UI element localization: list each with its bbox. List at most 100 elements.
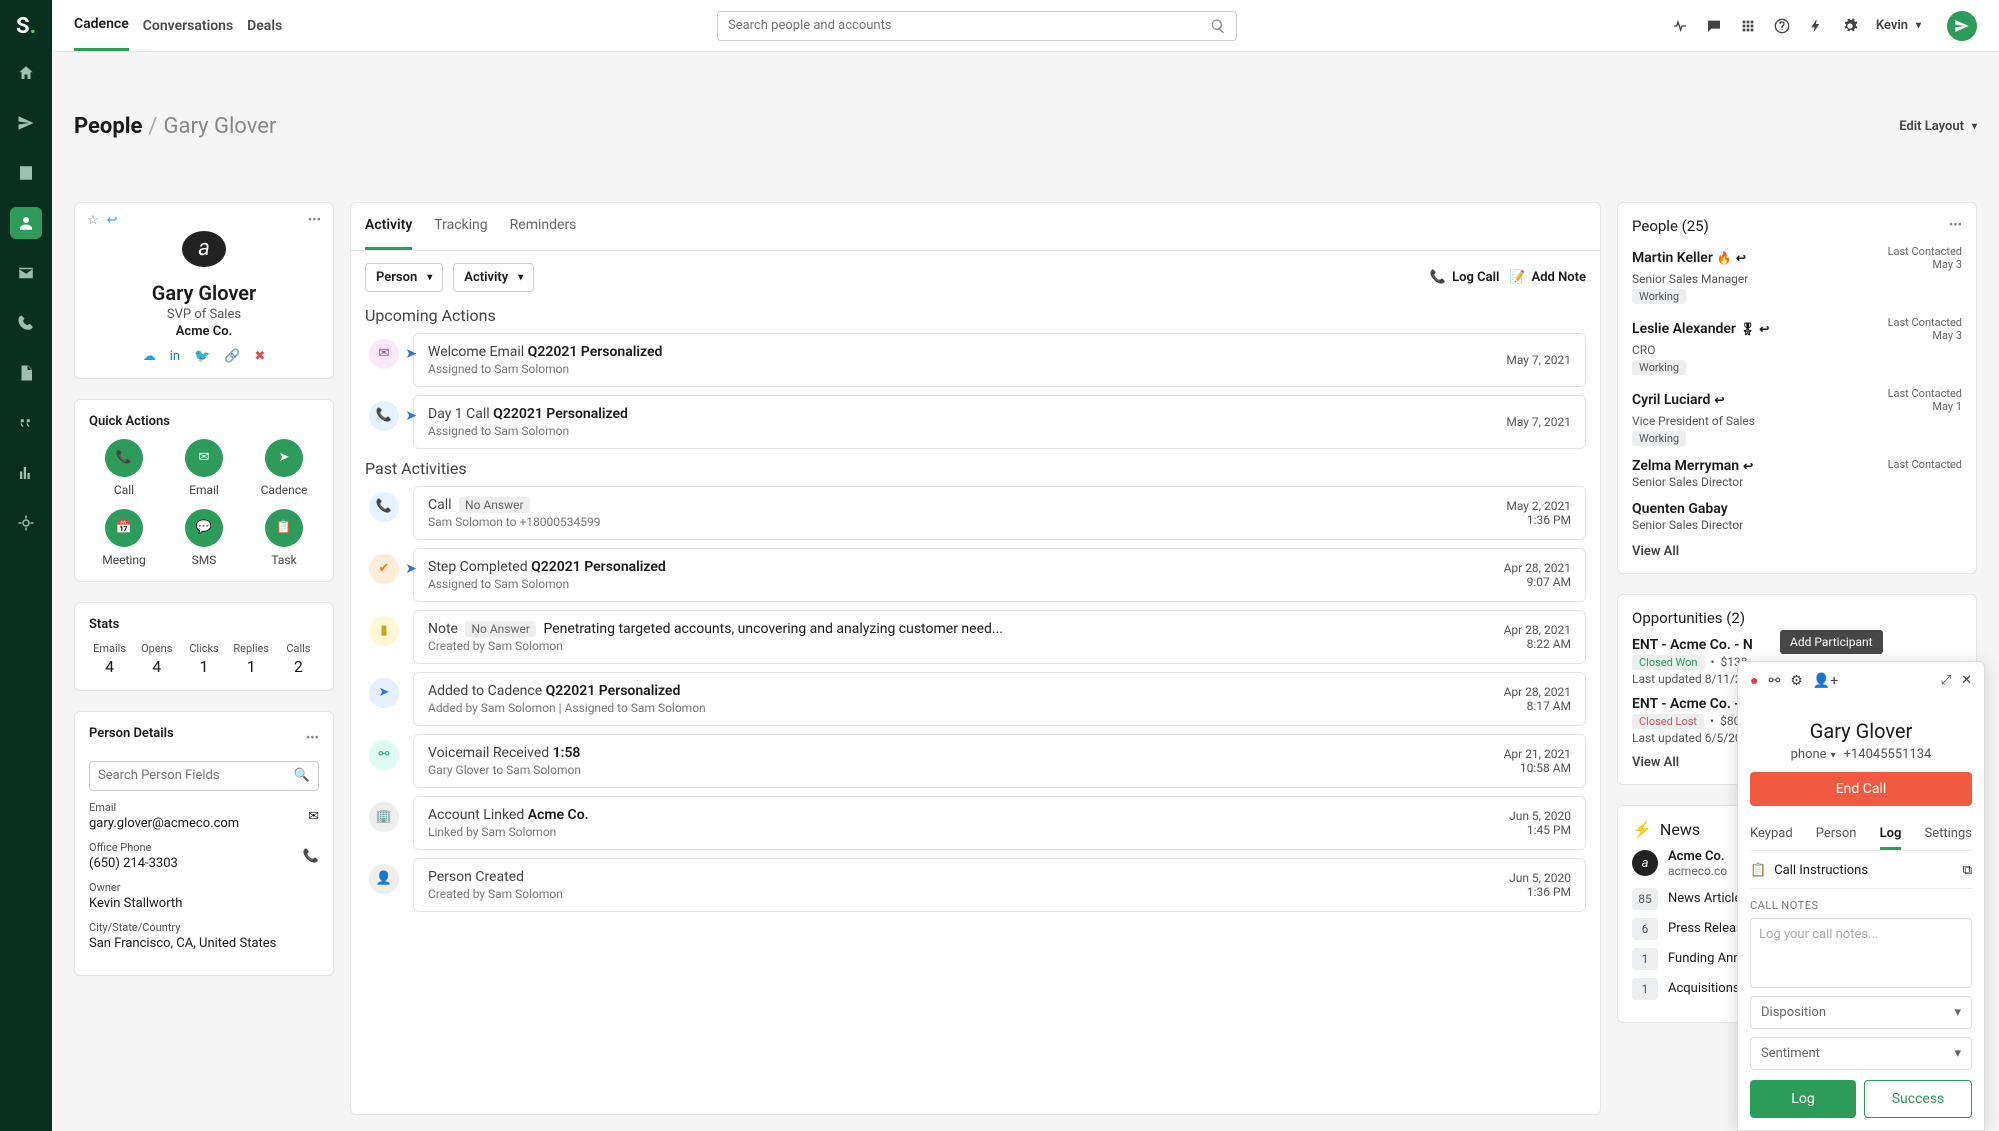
quick-action-task[interactable]: 📋 Task	[249, 509, 319, 567]
people-view-all[interactable]: View All	[1632, 544, 1962, 559]
call-tab-keypad[interactable]: Keypad	[1750, 820, 1793, 850]
quotes-icon[interactable]	[10, 407, 42, 439]
user-menu[interactable]: Kevin	[1876, 18, 1921, 33]
link-icon: 🏢	[369, 802, 399, 832]
chat-icon[interactable]	[1706, 18, 1722, 34]
star-icon[interactable]: ☆	[87, 213, 99, 228]
person-card-menu[interactable]: •••	[308, 213, 321, 228]
call-phone-type[interactable]: phone	[1791, 747, 1836, 762]
timeline-item[interactable]: ✔➤ Step Completed Q22021 Personalized As…	[369, 548, 1586, 602]
global-search[interactable]	[717, 11, 1237, 41]
salesforce-icon[interactable]: ☁	[143, 349, 156, 364]
person-details-search[interactable]: 🔍	[89, 761, 319, 791]
log-call-button[interactable]: 📞 Log Call	[1430, 270, 1499, 285]
upcoming-actions-heading: Upcoming Actions	[365, 306, 1586, 325]
people-list-item[interactable]: Quenten Gabay Senior Sales Director	[1632, 501, 1962, 532]
delete-icon[interactable]: ✖	[254, 349, 265, 364]
mail-icon[interactable]	[10, 257, 42, 289]
call-notes-input[interactable]: Log your call notes...	[1750, 918, 1972, 988]
call-tab-settings[interactable]: Settings	[1925, 820, 1972, 850]
accounts-icon[interactable]	[10, 157, 42, 189]
edit-layout-button[interactable]: Edit Layout	[1899, 119, 1977, 134]
documents-icon[interactable]	[10, 357, 42, 389]
reply-icon[interactable]: ↩	[107, 213, 118, 228]
quick-action-sms[interactable]: 💬 SMS	[169, 509, 239, 567]
bolt-icon[interactable]	[1808, 18, 1824, 34]
app-logo[interactable]: S	[16, 14, 36, 39]
person-name: Gary Glover	[89, 281, 319, 305]
expand-icon[interactable]: ⤢	[1941, 673, 1951, 688]
user-avatar[interactable]	[1947, 11, 1977, 41]
timeline-item[interactable]: ⚯ Voicemail Received 1:58 Gary Glover to…	[369, 734, 1586, 788]
end-call-button[interactable]: End Call	[1750, 772, 1972, 806]
home-icon[interactable]	[10, 57, 42, 89]
stats-card: Stats Emails4 Opens4 Clicks1 Replies1 Ca…	[74, 602, 334, 691]
person-details-search-input[interactable]	[98, 768, 294, 783]
quick-action-meeting[interactable]: 📅 Meeting	[89, 509, 159, 567]
apps-icon[interactable]	[1740, 18, 1756, 34]
add-note-button[interactable]: 📝 Add Note	[1509, 270, 1586, 285]
twitter-icon[interactable]: 🐦	[194, 349, 210, 364]
timeline-item[interactable]: 📞➤ Day 1 Call Q22021 Personalized Assign…	[369, 395, 1586, 449]
topnav-deals[interactable]: Deals	[247, 2, 282, 50]
tab-activity[interactable]: Activity	[365, 203, 412, 250]
person-details-menu[interactable]: •••	[306, 731, 319, 746]
close-icon[interactable]: ✕	[1961, 673, 1972, 688]
global-search-input[interactable]	[728, 18, 1210, 33]
person-company[interactable]: Acme Co.	[89, 324, 319, 339]
help-icon[interactable]	[1774, 18, 1790, 34]
step-icon: ✔➤	[369, 554, 399, 584]
breadcrumb-root[interactable]: People	[74, 114, 142, 139]
target-icon[interactable]	[10, 507, 42, 539]
quick-action-cadence[interactable]: ➤ Cadence	[249, 439, 319, 497]
people-list-item[interactable]: Zelma Merryman ↩ Last Contacted Senior S…	[1632, 458, 1962, 489]
call-icon: 📞➤	[369, 401, 399, 431]
success-button[interactable]: Success	[1864, 1080, 1972, 1118]
pulse-icon[interactable]	[1672, 18, 1688, 34]
quick-action-email[interactable]: ✉ Email	[169, 439, 239, 497]
people-icon[interactable]	[10, 207, 42, 239]
svg-text:a: a	[198, 236, 210, 261]
log-button[interactable]: Log	[1750, 1080, 1856, 1118]
people-list-item[interactable]: Leslie Alexander 🎖↩ Last ContactedMay 3 …	[1632, 316, 1962, 375]
voicemail-icon[interactable]: ⚯	[1768, 673, 1780, 689]
quick-action-call[interactable]: 📞 Call	[89, 439, 159, 497]
timeline-item[interactable]: ▮ Note No Answer Penetrating targeted ac…	[369, 610, 1586, 664]
news-company[interactable]: Acme Co.	[1668, 849, 1727, 864]
call-tab-person[interactable]: Person	[1816, 820, 1857, 850]
phone-icon[interactable]: 📞	[303, 849, 319, 864]
topnav-cadence[interactable]: Cadence	[74, 0, 129, 51]
quick-action-label: Cadence	[261, 483, 308, 497]
people-list-item[interactable]: Martin Keller 🔥↩ Last ContactedMay 3 Sen…	[1632, 245, 1962, 304]
sentiment-select[interactable]: Sentiment▾	[1750, 1037, 1972, 1070]
call-icon[interactable]	[10, 307, 42, 339]
add-participant-icon[interactable]: 👤+	[1813, 673, 1838, 689]
person-details-title: Person Details	[89, 726, 174, 741]
disposition-select[interactable]: Disposition▾	[1750, 996, 1972, 1029]
timeline-item[interactable]: ✉➤ Welcome Email Q22021 Personalized Ass…	[369, 333, 1586, 387]
linkedin-icon[interactable]: in	[170, 349, 180, 364]
mail-icon[interactable]: ✉	[308, 809, 319, 824]
timeline-item[interactable]: ➤ Added to Cadence Q22021 Personalized A…	[369, 672, 1586, 726]
tab-reminders[interactable]: Reminders	[510, 203, 577, 250]
timeline-item[interactable]: 📞 Call No Answer Sam Solomon to +1800053…	[369, 486, 1586, 540]
breadcrumb-current: Gary Glover	[164, 114, 277, 139]
cadence-icon[interactable]	[10, 107, 42, 139]
record-icon[interactable]: ●	[1750, 672, 1758, 689]
link-icon[interactable]: 🔗	[224, 349, 240, 364]
quick-action-label: SMS	[192, 553, 217, 567]
filter-person[interactable]: Person	[365, 263, 443, 292]
timeline-item[interactable]: 👤 Person Created Created by Sam Solomon …	[369, 858, 1586, 912]
tab-tracking[interactable]: Tracking	[434, 203, 487, 250]
popout-icon[interactable]: ⧉	[1963, 863, 1972, 878]
settings-wheel-icon[interactable]: ⚙	[1790, 673, 1803, 689]
call-tab-log[interactable]: Log	[1880, 820, 1902, 850]
people-panel-menu[interactable]: •••	[1949, 218, 1962, 233]
timeline-item[interactable]: 🏢 Account Linked Acme Co. Linked by Sam …	[369, 796, 1586, 850]
people-list-item[interactable]: Cyril Luciard ↩ Last ContactedMay 1 Vice…	[1632, 387, 1962, 446]
stats-title: Stats	[89, 617, 319, 632]
analytics-icon[interactable]	[10, 457, 42, 489]
filter-activity[interactable]: Activity	[453, 263, 534, 292]
topnav-conversations[interactable]: Conversations	[143, 2, 233, 50]
gear-icon[interactable]	[1842, 18, 1858, 34]
